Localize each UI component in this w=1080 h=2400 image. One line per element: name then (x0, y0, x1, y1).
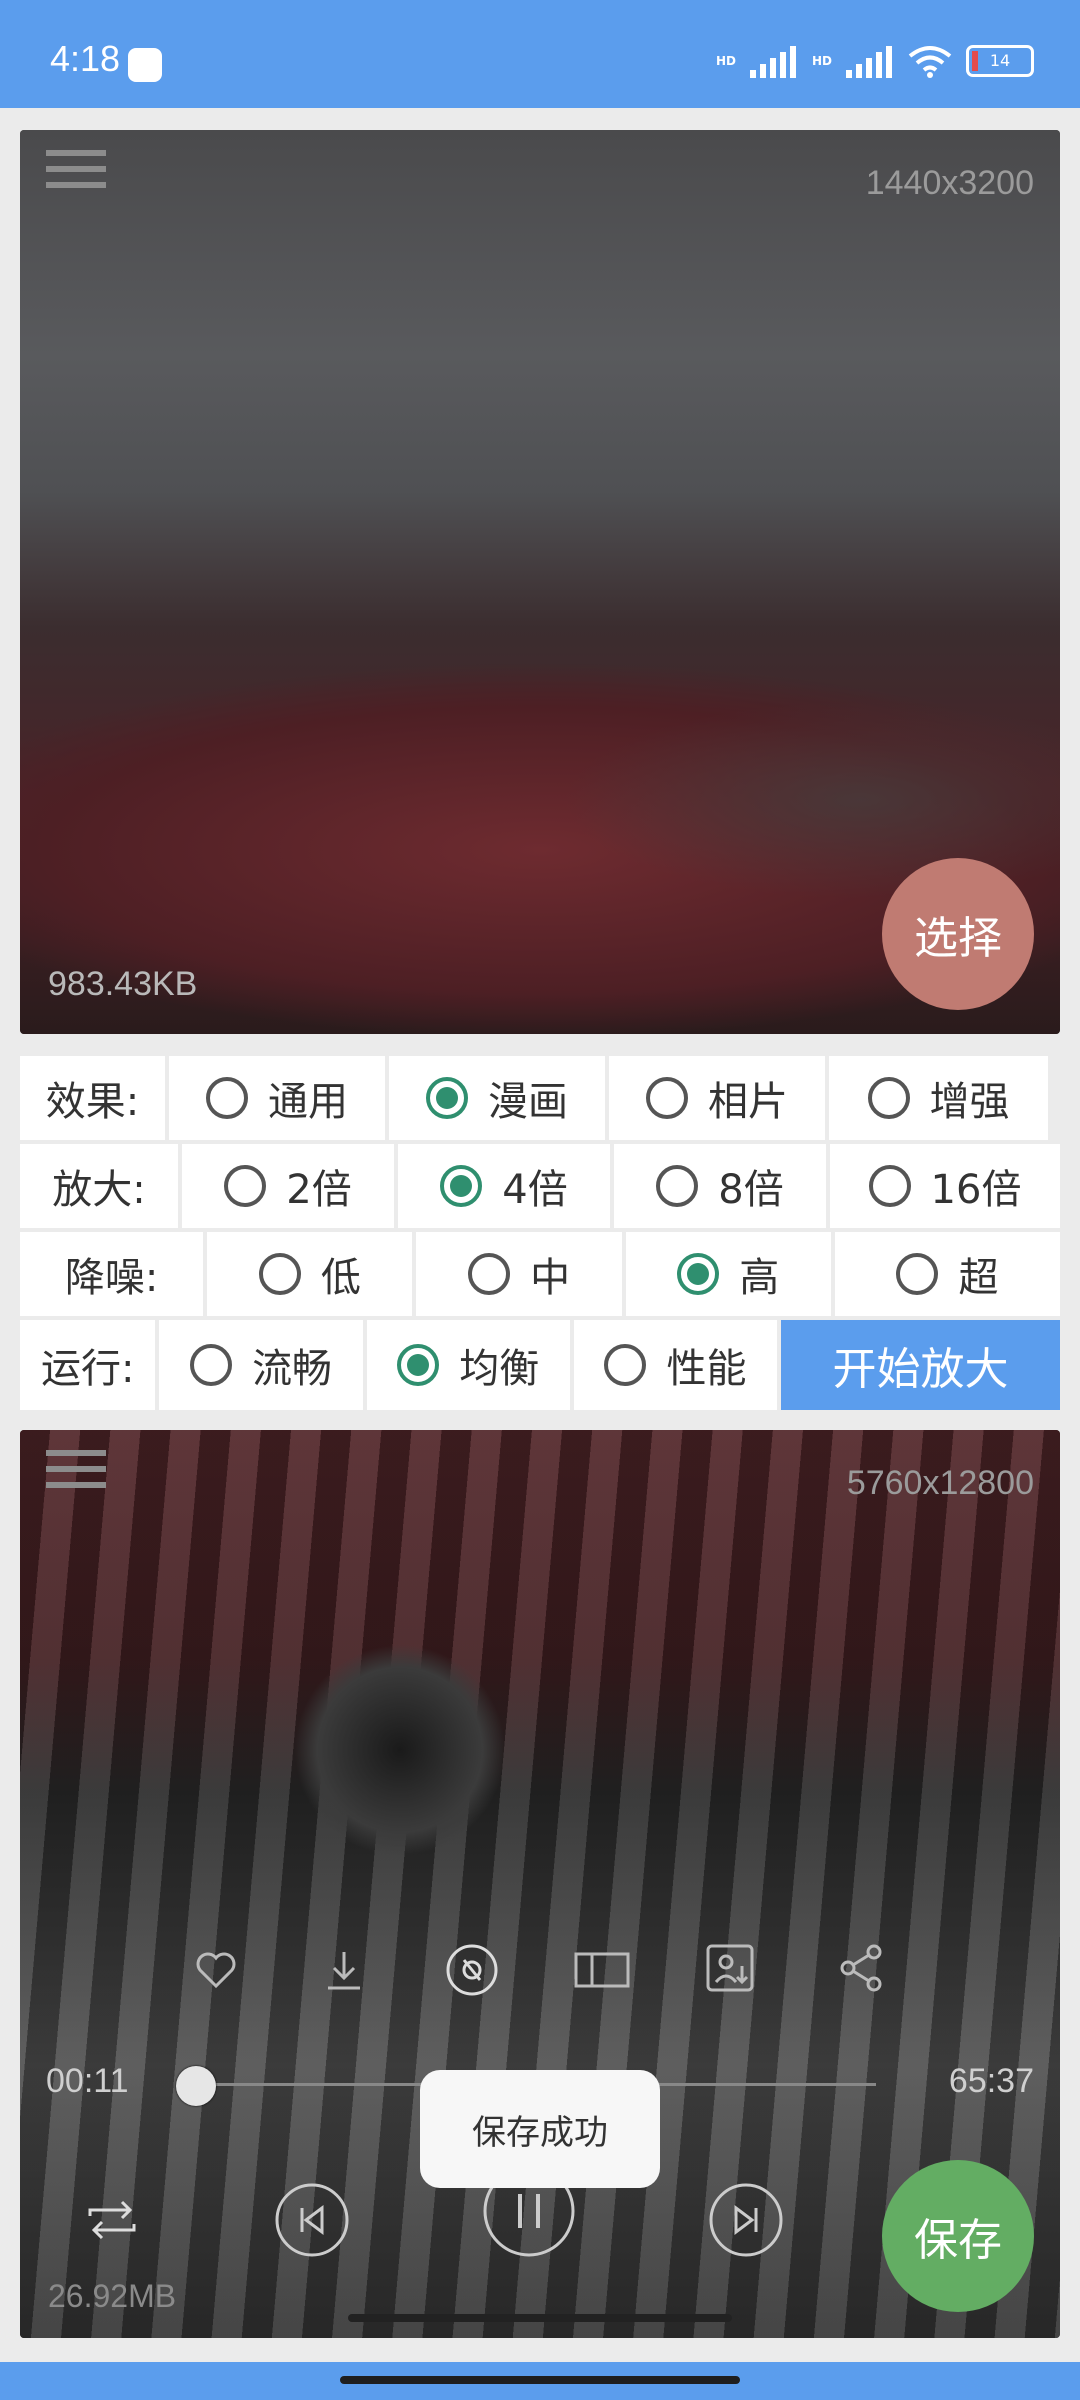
effect-option-enhance[interactable]: 增强 (829, 1056, 1048, 1140)
radio-selected-icon (397, 1344, 440, 1386)
heart-icon[interactable] (192, 1946, 240, 1994)
radio-icon (468, 1253, 511, 1295)
radio-icon (258, 1253, 301, 1295)
select-button[interactable]: 选择 (882, 858, 1034, 1010)
scale-option-16x[interactable]: 16倍 (830, 1144, 1060, 1228)
result-dimensions: 5760x12800 (846, 1464, 1034, 1502)
scroll-indicator (348, 2314, 732, 2322)
wifi-icon (908, 46, 952, 78)
save-button[interactable]: 保存 (882, 2160, 1034, 2312)
radio-icon (867, 1077, 910, 1119)
run-option-performance[interactable]: 性能 (573, 1320, 778, 1410)
radio-selected-icon (426, 1077, 468, 1119)
run-option-balanced[interactable]: 均衡 (366, 1320, 570, 1410)
radio-icon (224, 1165, 267, 1207)
effect-option-general[interactable]: 通用 (169, 1056, 385, 1140)
effect-label: 效果: (20, 1056, 165, 1140)
radio-icon (646, 1077, 688, 1119)
radio-icon (190, 1344, 233, 1386)
radio-icon (656, 1165, 699, 1207)
current-time: 00:11 (46, 2062, 129, 2100)
signal-icon-1 (749, 44, 798, 78)
denoise-option-ultra[interactable]: 超 (834, 1232, 1061, 1316)
radio-selected-icon (677, 1253, 720, 1295)
denoise-label: 降噪: (20, 1232, 204, 1316)
options-grid: 效果: 通用 漫画 相片 增强 放大: 2倍 4倍 8倍 16倍 降噪: 低 中… (20, 1056, 1061, 1410)
run-row: 运行: 流畅 均衡 性能 开始放大 (20, 1320, 1060, 1410)
battery-icon: 14 (966, 45, 1034, 77)
source-image-panel[interactable]: 1440x3200 983.43KB 选择 (20, 130, 1060, 1034)
radio-icon (868, 1165, 911, 1207)
run-label: 运行: (20, 1320, 156, 1410)
run-option-smooth[interactable]: 流畅 (159, 1320, 363, 1410)
radio-icon (896, 1253, 939, 1295)
signal-hd-label-1: HD (715, 54, 736, 68)
repeat-icon[interactable] (82, 2194, 142, 2246)
signal-hd-label-2: HD (811, 54, 832, 68)
denoise-option-high[interactable]: 高 (625, 1232, 831, 1316)
denoise-row: 降噪: 低 中 高 超 (20, 1232, 1061, 1316)
status-time: 4:18 (50, 38, 121, 79)
denoise-option-medium[interactable]: 中 (416, 1232, 622, 1316)
denoise-option-low[interactable]: 低 (207, 1232, 413, 1316)
start-upscale-button[interactable]: 开始放大 (781, 1320, 1060, 1410)
app-notification-icon (128, 48, 162, 82)
scale-row: 放大: 2倍 4倍 8倍 16倍 (20, 1144, 1060, 1228)
menu-icon[interactable] (46, 150, 106, 202)
save-success-toast: 保存成功 (420, 2070, 660, 2188)
status-icons: HD HD 14 (716, 44, 1034, 78)
main-content: 1440x3200 983.43KB 选择 效果: 通用 漫画 相片 增强 放大… (0, 108, 1080, 2362)
scale-option-2x[interactable]: 2倍 (182, 1144, 394, 1228)
radio-icon (604, 1344, 647, 1386)
scale-option-8x[interactable]: 8倍 (614, 1144, 826, 1228)
signal-icon-2 (846, 44, 894, 78)
total-time: 65:37 (948, 2062, 1034, 2100)
portrait-save-icon[interactable] (704, 1942, 756, 1994)
compare-icon[interactable] (572, 1946, 632, 1994)
status-bar: 4:18 HD HD 14 (0, 0, 1080, 108)
previous-icon[interactable] (274, 2182, 350, 2258)
share-icon[interactable] (836, 1942, 888, 1994)
scale-option-4x[interactable]: 4倍 (398, 1144, 610, 1228)
effect-option-anime[interactable]: 漫画 (389, 1056, 605, 1140)
scale-label: 放大: (20, 1144, 178, 1228)
result-file-size: 26.92MB (48, 2278, 177, 2314)
menu-icon[interactable] (46, 1450, 106, 1502)
effect-option-photo[interactable]: 相片 (609, 1056, 825, 1140)
radio-selected-icon (440, 1165, 483, 1207)
source-file-size: 983.43KB (48, 965, 198, 1003)
source-dimensions: 1440x3200 (865, 164, 1034, 202)
disc-icon[interactable] (444, 1942, 500, 1998)
home-handle[interactable] (340, 2376, 740, 2384)
radio-icon (206, 1077, 248, 1119)
download-icon[interactable] (320, 1946, 368, 1994)
next-icon[interactable] (708, 2182, 784, 2258)
seek-thumb[interactable] (176, 2066, 216, 2106)
effect-row: 效果: 通用 漫画 相片 增强 (20, 1056, 1060, 1140)
